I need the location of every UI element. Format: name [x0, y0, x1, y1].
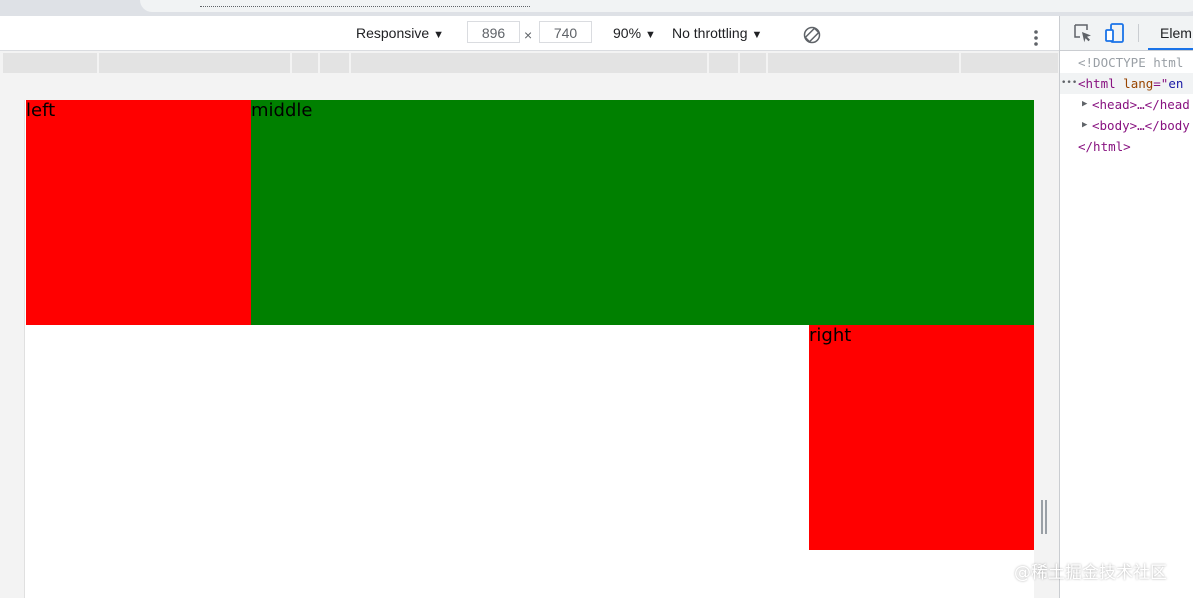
dom-doctype-line[interactable]: <!DOCTYPE html — [1060, 52, 1193, 73]
toolbar-divider — [1138, 24, 1139, 42]
right-box: right — [809, 325, 1034, 550]
media-segment[interactable] — [961, 53, 1058, 73]
html-open-tag: <html — [1078, 76, 1116, 91]
throttling-label: No throttling — [672, 25, 748, 41]
device-mode-label: Responsive — [356, 25, 430, 41]
active-tab-indicator — [1148, 48, 1193, 50]
browser-address-bar-strip — [0, 0, 1193, 16]
head-node: <head>…</head — [1092, 97, 1190, 112]
right-box-label: right — [809, 325, 852, 346]
html-attr-eq: =" — [1153, 76, 1169, 91]
caret-down-icon: ▼ — [751, 29, 763, 41]
tab-elements-label: Elem — [1160, 25, 1192, 41]
left-box-label: left — [26, 100, 56, 121]
html-attr-name: lang — [1123, 76, 1154, 91]
media-segment[interactable] — [3, 53, 97, 73]
zoom-label: 90% — [613, 25, 642, 41]
watermark: @稀土掘金技术社区 — [1014, 563, 1167, 583]
caret-down-icon: ▼ — [433, 29, 445, 41]
rotate-icon[interactable] — [802, 23, 822, 44]
dom-head-line[interactable]: ▶ <head>…</head — [1060, 94, 1193, 115]
emulated-page: left middle right — [24, 100, 1034, 598]
address-text-fragment — [200, 0, 530, 7]
dom-ellipsis-icon[interactable]: ••• — [1061, 73, 1077, 94]
dom-html-line[interactable]: ••• <html lang="en — [1060, 73, 1193, 94]
devtools-toolbar: Elem — [1060, 16, 1193, 51]
expand-triangle-icon[interactable]: ▶ — [1082, 94, 1087, 115]
media-segment[interactable] — [740, 53, 766, 73]
middle-box: middle — [251, 100, 1034, 325]
expand-triangle-icon[interactable]: ▶ — [1082, 115, 1087, 136]
caret-down-icon: ▼ — [645, 29, 656, 41]
viewport-resize-handle[interactable] — [1040, 500, 1048, 534]
dom-body-line[interactable]: ▶ <body>…</body — [1060, 115, 1193, 136]
dom-tree: <!DOCTYPE html ••• <html lang="en ▶ <hea… — [1060, 52, 1193, 157]
media-segment[interactable] — [351, 53, 707, 73]
tab-elements[interactable]: Elem — [1160, 16, 1192, 48]
media-segment[interactable] — [320, 53, 349, 73]
device-toolbar: Responsive ▼ 896 × 740 90% ▼ No throttling… — [0, 16, 1059, 51]
media-segment[interactable] — [292, 53, 318, 73]
width-input[interactable]: 896 — [467, 21, 520, 43]
dimension-separator: × — [524, 27, 533, 43]
left-box: left — [26, 100, 251, 325]
height-input[interactable]: 740 — [539, 21, 592, 43]
doctype-text: <!DOCTYPE html — [1078, 55, 1184, 70]
media-segment[interactable] — [768, 53, 959, 73]
zoom-dropdown[interactable]: 90% ▼ — [613, 16, 656, 50]
kebab-menu-icon[interactable] — [1030, 25, 1042, 46]
dom-html-close-line[interactable]: </html> — [1060, 136, 1193, 157]
inspect-element-icon[interactable] — [1072, 22, 1094, 44]
devtools-panel: Elem <!DOCTYPE html ••• <html lang="en ▶… — [1059, 16, 1193, 598]
device-mode-dropdown[interactable]: Responsive ▼ — [356, 16, 444, 50]
media-query-ruler[interactable] — [0, 51, 1059, 75]
html-close-tag: </html> — [1078, 139, 1131, 154]
body-node: <body>…</body — [1092, 118, 1190, 133]
media-segment[interactable] — [709, 53, 738, 73]
device-toggle-icon[interactable] — [1104, 22, 1126, 44]
html-attr-value: en — [1168, 76, 1184, 91]
media-segment[interactable] — [99, 53, 290, 73]
middle-box-label: middle — [251, 100, 313, 121]
throttling-dropdown[interactable]: No throttling ▼ — [672, 16, 762, 50]
